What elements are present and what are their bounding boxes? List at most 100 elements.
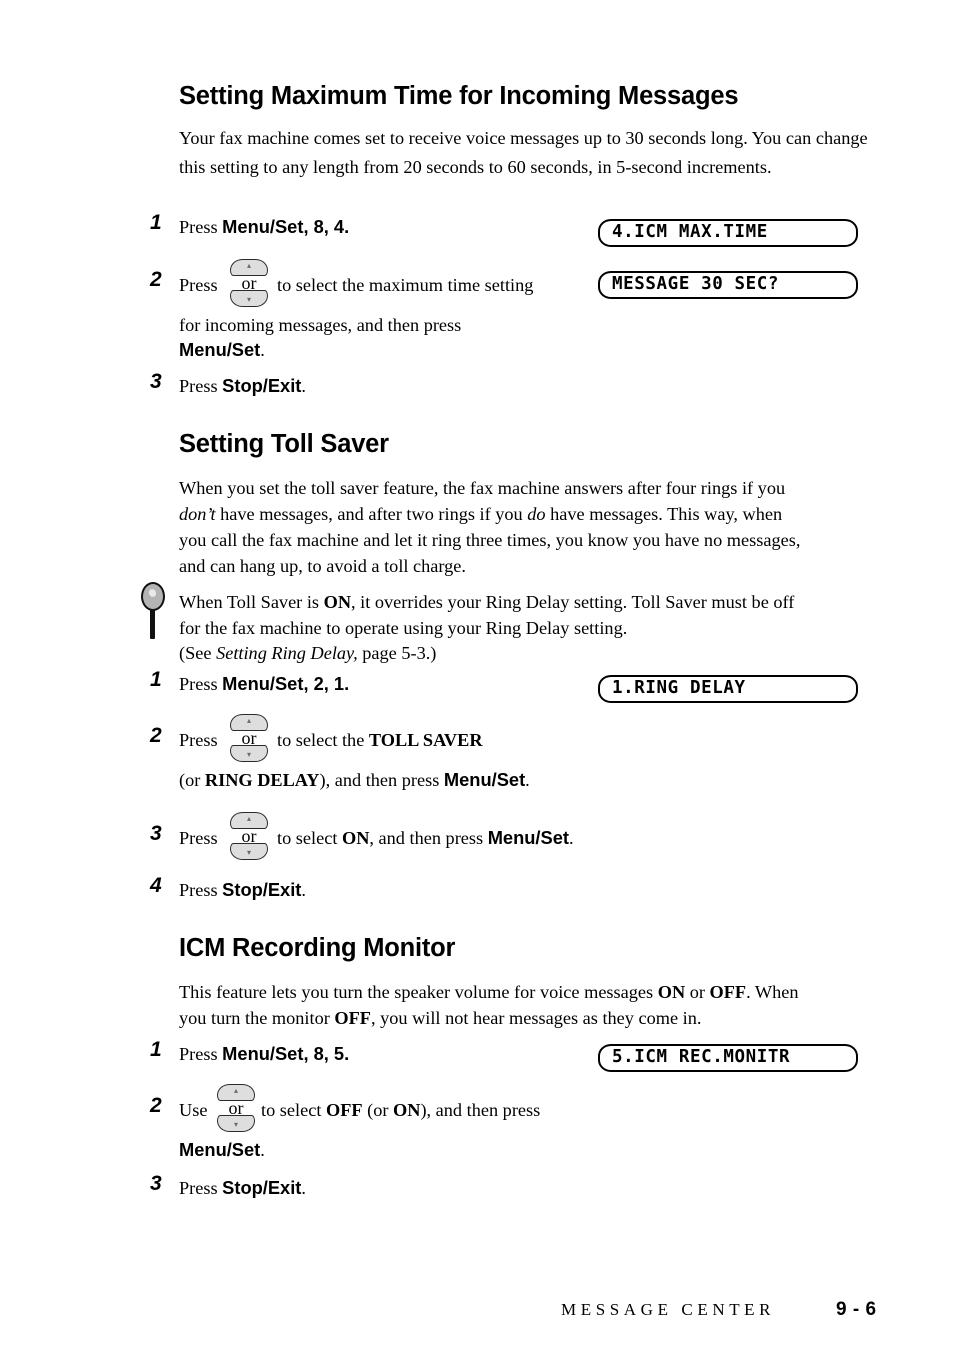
step-text-prefix: Press xyxy=(179,1178,223,1198)
step-text-suffix: . xyxy=(301,1178,306,1198)
step-number: 1 xyxy=(150,668,162,691)
section-heading-icm-recording-monitor: ICM Recording Monitor xyxy=(179,934,456,962)
key-label-menu-set: Menu/Set xyxy=(222,673,304,694)
step-text-select-max-time-post: to select the maximum time setting xyxy=(277,275,534,295)
step-text-prefix: Press xyxy=(179,1044,223,1064)
step-text-stop-exit-1: Press Stop/Exit. xyxy=(179,372,306,401)
step-text-prefix: Use xyxy=(179,1100,208,1120)
key-label-menu-set: Menu/Set xyxy=(443,769,526,790)
note-cross-reference: Setting Ring Delay, xyxy=(216,643,358,663)
step-text-incoming-messages-line3: Menu/Set. xyxy=(179,336,265,365)
up-arrow-glyph: ▴ xyxy=(246,814,252,823)
magnifier-handle xyxy=(150,609,155,639)
intro-text: have messages, and after two rings if yo… xyxy=(215,504,528,524)
intro-text: , you will not hear messages as they com… xyxy=(370,1008,702,1028)
step-text-prefix: Press xyxy=(179,880,223,900)
intro-text: . When xyxy=(746,982,799,1002)
down-arrow-glyph: ▾ xyxy=(233,1120,239,1129)
menu-option-off: OFF xyxy=(325,1100,363,1120)
note-emphasis-on: ON xyxy=(323,592,352,612)
note-text: When Toll Saver is xyxy=(179,592,324,612)
step-text-suffix: , 2, 1. xyxy=(303,673,350,694)
step-text-suffix: . xyxy=(301,880,306,900)
step-number: 1 xyxy=(150,211,162,234)
step-text-menuset-8-4: Press Menu/Set, 8, 4. xyxy=(179,213,349,242)
step-text-suffix: . xyxy=(568,828,574,848)
step-text: , and then press xyxy=(369,828,488,848)
key-label-stop-exit: Stop/Exit xyxy=(222,879,302,900)
note-text: , it overrides your Ring Delay setting. … xyxy=(351,592,795,612)
emphasis-on: ON xyxy=(657,982,686,1002)
emphasis-off: OFF xyxy=(709,982,747,1002)
up-arrow-glyph: ▴ xyxy=(246,716,252,725)
step-text-prefix: Press xyxy=(179,217,223,237)
footer-chapter-title: MESSAGE CENTER xyxy=(561,1300,776,1319)
step-text-suffix: , 8, 4. xyxy=(303,216,350,237)
step-text-suffix: . xyxy=(301,376,306,396)
emphasis-off: OFF xyxy=(334,1008,371,1028)
step-text-select-off-post: to select OFF (or ON), and then press xyxy=(261,1096,540,1125)
step-text: (or xyxy=(179,770,205,790)
section-heading-toll-saver: Setting Toll Saver xyxy=(179,430,389,458)
step-text-select-max-time-pre: Press xyxy=(179,271,218,300)
key-label-menu-set: Menu/Set xyxy=(487,827,569,848)
section-intro-icm-monitor-line2: you turn the monitor OFF, you will not h… xyxy=(179,1004,879,1033)
menu-option-on: ON xyxy=(341,828,370,848)
intro-text: have messages. This way, when xyxy=(545,504,783,524)
step-number: 2 xyxy=(150,268,162,291)
lcd-text: MESSAGE 30 SEC? xyxy=(612,274,780,295)
lcd-display-message-30-sec: MESSAGE 30 SEC? xyxy=(598,271,858,299)
key-label-stop-exit: Stop/Exit xyxy=(222,1177,302,1198)
down-arrow-glyph: ▾ xyxy=(246,848,252,857)
updown-arrow-key-icon: ▴ or ▾ xyxy=(215,1084,257,1132)
section-intro-toll-saver-line4: and can hang up, to avoid a toll charge. xyxy=(179,556,466,576)
step-text: ), and then press xyxy=(420,1100,541,1120)
lcd-display-ring-delay: 1.RING DELAY xyxy=(598,675,858,703)
step-text: to select the xyxy=(277,730,369,750)
step-number: 3 xyxy=(150,1172,162,1195)
menu-option-toll-saver: TOLL SAVER xyxy=(368,730,483,750)
lcd-display-icm-max-time: 4.ICM MAX.TIME xyxy=(598,219,858,247)
lcd-text: 4.ICM MAX.TIME xyxy=(612,222,768,243)
key-label-menu-set: Menu/Set xyxy=(179,1139,261,1160)
step-text: ), and then press xyxy=(319,770,444,790)
lcd-text: 1.RING DELAY xyxy=(612,678,746,699)
note-line1: When Toll Saver is ON, it overrides your… xyxy=(179,588,899,617)
footer-page-number: 9 - 6 xyxy=(836,1299,877,1320)
magnifier-lens xyxy=(141,582,165,611)
step-text-ring-delay-line2: (or RING DELAY), and then press Menu/Set… xyxy=(179,766,530,795)
up-arrow-glyph: ▴ xyxy=(246,261,252,270)
step-text-prefix: Press xyxy=(179,376,223,396)
step-text-menuset-line2: Menu/Set. xyxy=(179,1136,265,1165)
step-number: 2 xyxy=(150,1094,162,1117)
step-text-prefix: Press xyxy=(179,828,218,848)
step-text-select-on-pre: Press xyxy=(179,824,218,853)
step-text-select-off-pre: Use xyxy=(179,1096,207,1125)
magnifier-note-icon xyxy=(140,582,166,640)
note-text: (See xyxy=(179,643,217,663)
document-page: Setting Maximum Time for Incoming Messag… xyxy=(0,0,954,1352)
step-text-stop-exit-2: Press Stop/Exit. xyxy=(179,876,306,905)
emphasis-dont: don’t xyxy=(179,504,216,524)
step-text-prefix: Press xyxy=(179,275,218,295)
step-text-suffix: . xyxy=(260,340,265,360)
step-number: 3 xyxy=(150,822,162,845)
menu-option-on: ON xyxy=(393,1100,421,1120)
step-text-prefix: Press xyxy=(179,674,223,694)
emphasis-do: do xyxy=(527,504,546,524)
section-intro-toll-saver-line2: don’t have messages, and after two rings… xyxy=(179,500,889,529)
note-line3: (See Setting Ring Delay, page 5-3.) xyxy=(179,639,879,668)
section-heading-max-time: Setting Maximum Time for Incoming Messag… xyxy=(179,82,739,110)
step-number: 2 xyxy=(150,724,162,747)
step-text-suffix: , 8, 5. xyxy=(303,1043,350,1064)
step-text-select-toll-saver-post: to select the TOLL SAVER xyxy=(277,726,483,755)
menu-option-ring-delay: RING DELAY xyxy=(204,770,320,790)
step-text-prefix: Press xyxy=(179,730,218,750)
magnifier-gleam xyxy=(147,587,158,599)
step-text-menuset-2-1: Press Menu/Set, 2, 1. xyxy=(179,670,349,699)
intro-text: This feature lets you turn the speaker v… xyxy=(179,982,658,1002)
step-number: 1 xyxy=(150,1038,162,1061)
step-text-stop-exit-3: Press Stop/Exit. xyxy=(179,1174,306,1203)
step-text-select-toll-saver-pre: Press xyxy=(179,726,218,755)
step-number: 4 xyxy=(150,874,162,897)
